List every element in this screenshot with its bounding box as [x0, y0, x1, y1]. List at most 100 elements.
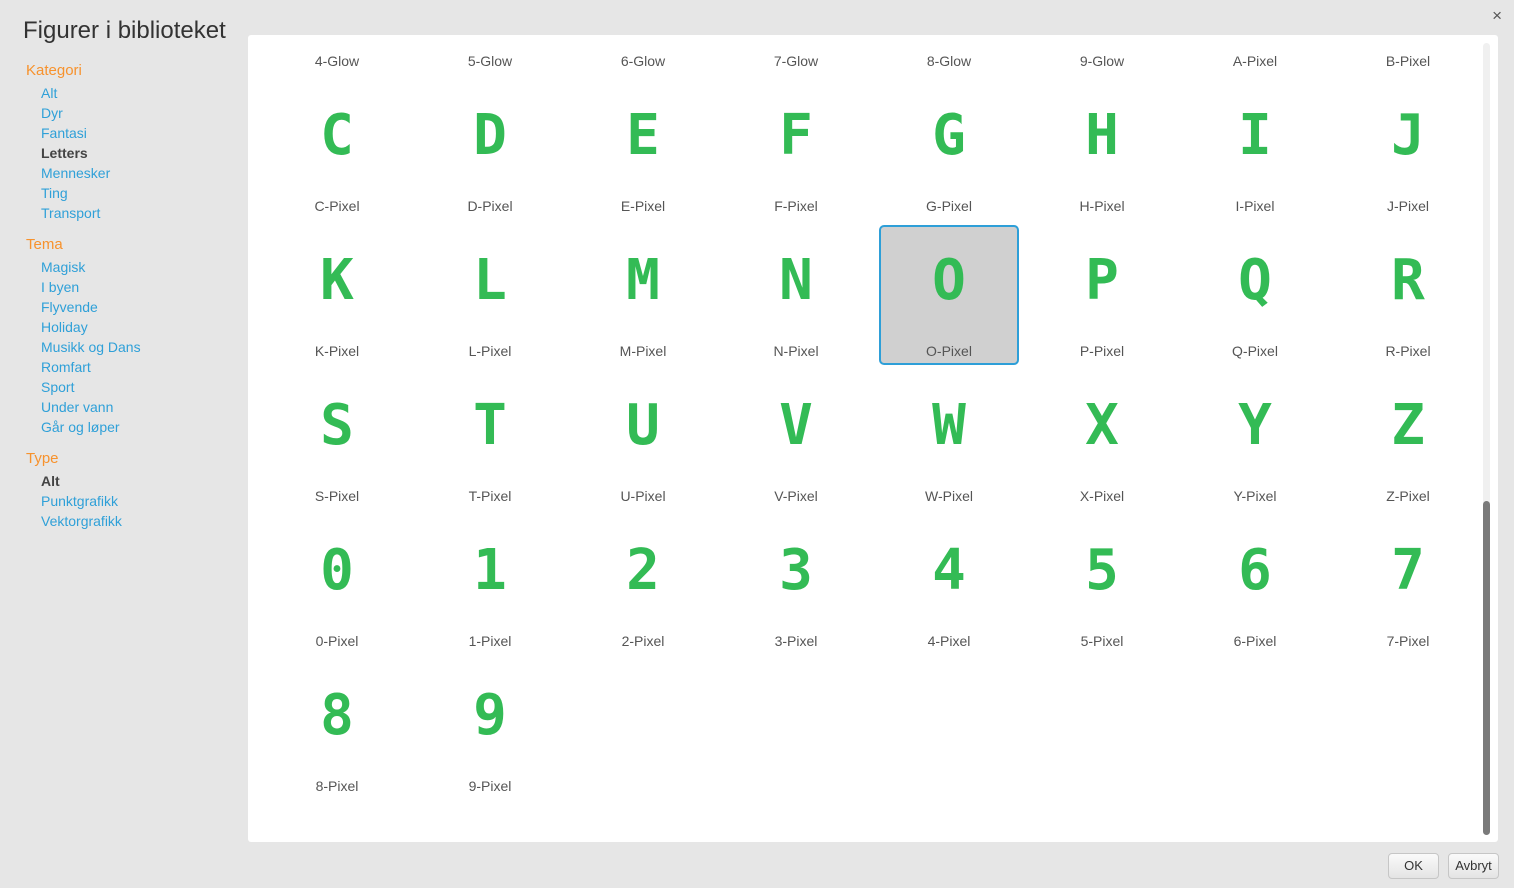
sprite-name: R-Pixel — [1385, 343, 1431, 359]
sprite-tile[interactable]: BB-Pixel — [1338, 35, 1478, 75]
sprite-thumbnail-icon: H — [1085, 103, 1119, 168]
sprite-tile[interactable]: L L-Pixel — [420, 225, 560, 365]
sidebar-item-kategori-transport[interactable]: Transport — [26, 203, 236, 223]
sprite-thumbnail-icon: 8 — [320, 683, 354, 748]
sprite-tile[interactable]: 3 3-Pixel — [726, 515, 866, 655]
sprite-tile[interactable]: I I-Pixel — [1185, 80, 1325, 220]
sprite-name: 9-Glow — [1079, 53, 1125, 69]
sidebar-item-kategori-alt[interactable]: Alt — [26, 83, 236, 103]
sprite-tile[interactable]: D D-Pixel — [420, 80, 560, 220]
type-heading: Type — [26, 450, 59, 467]
sidebar-item-tema-flyvende[interactable]: Flyvende — [26, 297, 236, 317]
sprite-tile[interactable]: O O-Pixel — [879, 225, 1019, 365]
sprite-tile[interactable]: H H-Pixel — [1032, 80, 1172, 220]
sprite-thumbnail-icon: K — [320, 248, 354, 313]
sprite-tile[interactable]: N N-Pixel — [726, 225, 866, 365]
vertical-scrollbar[interactable] — [1483, 43, 1490, 835]
sidebar-item-type-alt[interactable]: Alt — [26, 471, 236, 491]
sprite-tile[interactable]: 66-Glow — [573, 35, 713, 75]
sprite-tile[interactable]: 0 0-Pixel — [267, 515, 407, 655]
sprite-tile[interactable]: 2 2-Pixel — [573, 515, 713, 655]
sidebar-item-tema-magisk[interactable]: Magisk — [26, 257, 236, 277]
sprite-name: 5-Pixel — [1080, 633, 1124, 649]
sprite-name: W-Pixel — [925, 488, 973, 504]
sprite-tile[interactable]: V V-Pixel — [726, 370, 866, 510]
sprite-tile[interactable]: C C-Pixel — [267, 80, 407, 220]
sprite-tile[interactable]: Q Q-Pixel — [1185, 225, 1325, 365]
sprite-tile[interactable]: S S-Pixel — [267, 370, 407, 510]
sprite-thumbnail-icon: T — [473, 393, 507, 458]
sprite-tile[interactable]: 88-Glow — [879, 35, 1019, 75]
scrollbar-thumb[interactable] — [1483, 501, 1490, 835]
sprite-thumbnail-icon: R — [1391, 248, 1425, 313]
sprite-name: B-Pixel — [1385, 53, 1431, 69]
sprite-tile[interactable]: AA-Pixel — [1185, 35, 1325, 75]
sprite-tile[interactable]: M M-Pixel — [573, 225, 713, 365]
sprite-thumbnail-icon: 9 — [473, 683, 507, 748]
sprite-tile[interactable]: 55-Glow — [420, 35, 560, 75]
sprite-tile[interactable]: 9 9-Pixel — [420, 660, 560, 800]
sidebar-item-tema-holiday[interactable]: Holiday — [26, 317, 236, 337]
sprite-name: C-Pixel — [314, 198, 360, 214]
sprite-tile[interactable]: T T-Pixel — [420, 370, 560, 510]
tema-heading: Tema — [26, 236, 63, 253]
sidebar-item-type-punktgrafikk[interactable]: Punktgrafikk — [26, 491, 236, 511]
sprite-thumbnail-icon: 4 — [932, 538, 966, 603]
sprite-name: 7-Pixel — [1386, 633, 1430, 649]
sprite-name: 6-Pixel — [1233, 633, 1277, 649]
close-icon[interactable]: × — [1492, 6, 1502, 26]
sidebar-item-tema-går-og-løper[interactable]: Går og løper — [26, 417, 236, 437]
sprite-tile[interactable]: R R-Pixel — [1338, 225, 1478, 365]
ok-button[interactable]: OK — [1388, 853, 1439, 879]
sprite-tile[interactable]: 5 5-Pixel — [1032, 515, 1172, 655]
sidebar-item-tema-i-byen[interactable]: I byen — [26, 277, 236, 297]
sprite-thumbnail-icon: I — [1238, 103, 1272, 168]
sprite-name: Z-Pixel — [1386, 488, 1430, 504]
sprite-tile[interactable]: E E-Pixel — [573, 80, 713, 220]
sidebar-item-kategori-fantasi[interactable]: Fantasi — [26, 123, 236, 143]
sprite-thumbnail-icon: Q — [1238, 248, 1272, 313]
sprite-tile[interactable]: 6 6-Pixel — [1185, 515, 1325, 655]
sprite-tile[interactable]: J J-Pixel — [1338, 80, 1478, 220]
sidebar-item-kategori-dyr[interactable]: Dyr — [26, 103, 236, 123]
sidebar-item-kategori-ting[interactable]: Ting — [26, 183, 236, 203]
sidebar-item-tema-romfart[interactable]: Romfart — [26, 357, 236, 377]
sidebar-item-kategori-mennesker[interactable]: Mennesker — [26, 163, 236, 183]
cancel-button[interactable]: Avbryt — [1448, 853, 1499, 879]
sprite-name: N-Pixel — [773, 343, 819, 359]
sprite-tile[interactable]: 1 1-Pixel — [420, 515, 560, 655]
sprite-tile[interactable]: 4 4-Pixel — [879, 515, 1019, 655]
sprite-name: U-Pixel — [620, 488, 666, 504]
sidebar-item-tema-musikk-og-dans[interactable]: Musikk og Dans — [26, 337, 236, 357]
sidebar-item-kategori-letters[interactable]: Letters — [26, 143, 236, 163]
sprite-tile[interactable]: Y Y-Pixel — [1185, 370, 1325, 510]
sprite-thumbnail-icon: 0 — [320, 538, 354, 603]
sprite-tile[interactable]: F F-Pixel — [726, 80, 866, 220]
sprite-tile[interactable]: 44-Glow — [267, 35, 407, 75]
sprite-tile[interactable]: 99-Glow — [1032, 35, 1172, 75]
sprite-tile[interactable]: 7 7-Pixel — [1338, 515, 1478, 655]
kategori-heading: Kategori — [26, 62, 82, 79]
type-list: Alt Punktgrafikk Vektorgrafikk — [26, 471, 236, 531]
tema-list: Magisk I byen Flyvende Holiday Musikk og Dan… — [26, 257, 236, 437]
sprite-name: E-Pixel — [620, 198, 666, 214]
sprite-name: 4-Pixel — [927, 633, 971, 649]
filter-sidebar: Kategori Alt Dyr Fantasi Letters Mennesker Ti… — [26, 62, 236, 544]
sprite-tile[interactable]: K K-Pixel — [267, 225, 407, 365]
sidebar-item-tema-under-vann[interactable]: Under vann — [26, 397, 236, 417]
sprite-name: A-Pixel — [1232, 53, 1278, 69]
sprite-tile[interactable]: P P-Pixel — [1032, 225, 1172, 365]
tema-section: Tema Magisk I byen Flyvende Holiday Musikk o… — [26, 236, 236, 437]
sprite-name: 8-Glow — [926, 53, 972, 69]
sprite-name: I-Pixel — [1235, 198, 1275, 214]
sidebar-item-type-vektorgrafikk[interactable]: Vektorgrafikk — [26, 511, 236, 531]
sprite-tile[interactable]: X X-Pixel — [1032, 370, 1172, 510]
sprite-tile[interactable]: U U-Pixel — [573, 370, 713, 510]
sprite-tile[interactable]: G G-Pixel — [879, 80, 1019, 220]
sidebar-item-tema-sport[interactable]: Sport — [26, 377, 236, 397]
sprite-name: 0-Pixel — [315, 633, 359, 649]
sprite-tile[interactable]: W W-Pixel — [879, 370, 1019, 510]
sprite-tile[interactable]: Z Z-Pixel — [1338, 370, 1478, 510]
sprite-tile[interactable]: 8 8-Pixel — [267, 660, 407, 800]
sprite-tile[interactable]: 77-Glow — [726, 35, 866, 75]
